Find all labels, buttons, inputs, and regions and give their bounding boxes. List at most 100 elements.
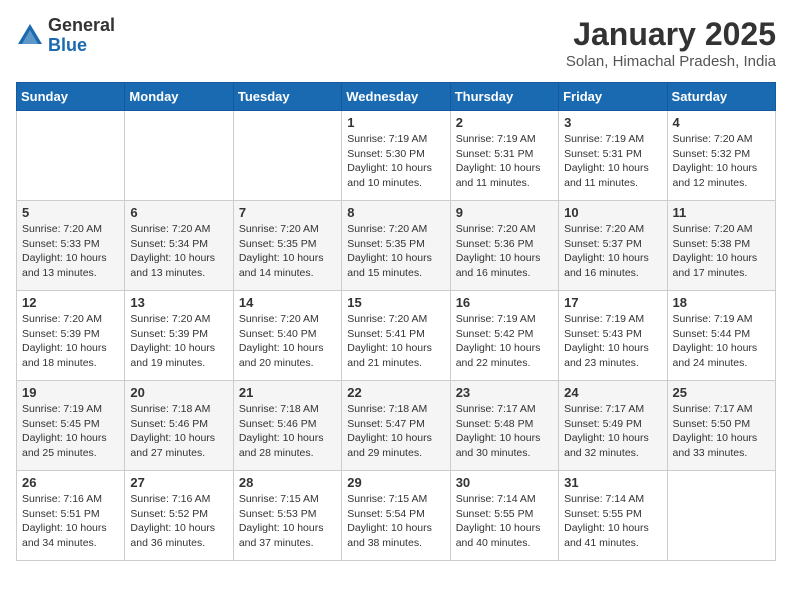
day-info-18: Sunrise: 7:19 AM Sunset: 5:44 PM Dayligh… [673,312,770,371]
day-info-1: Sunrise: 7:19 AM Sunset: 5:30 PM Dayligh… [347,132,444,191]
cell-w4-d4: 30 Sunrise: 7:14 AM Sunset: 5:55 PM Dayli… [450,471,558,561]
day-info-28: Sunrise: 7:15 AM Sunset: 5:53 PM Dayligh… [239,492,336,551]
day-number-1: 1 [347,115,444,130]
page: General Blue January 2025 Solan, Himacha… [0,0,792,577]
day-info-12: Sunrise: 7:20 AM Sunset: 5:39 PM Dayligh… [22,312,119,371]
day-number-31: 31 [564,475,661,490]
day-info-17: Sunrise: 7:19 AM Sunset: 5:43 PM Dayligh… [564,312,661,371]
day-number-16: 16 [456,295,553,310]
day-number-10: 10 [564,205,661,220]
day-number-9: 9 [456,205,553,220]
week-row-3: 19Sunrise: 7:19 AM Sunset: 5:45 PM Dayli… [17,381,776,471]
cell-w1-d4: 9 Sunrise: 7:20 AM Sunset: 5:36 PM Daylig… [450,201,558,291]
day-info-7: Sunrise: 7:20 AM Sunset: 5:35 PM Dayligh… [239,222,336,281]
day-info-6: Sunrise: 7:20 AM Sunset: 5:34 PM Dayligh… [130,222,227,281]
day-number-20: 20 [130,385,227,400]
day-number-19: 19 [22,385,119,400]
cell-w3-d3: 22 Sunrise: 7:18 AM Sunset: 5:47 PM Dayli… [342,381,450,471]
day-number-11: 11 [673,205,770,220]
cell-w0-d0 [17,111,125,201]
cell-w2-d4: 16 Sunrise: 7:19 AM Sunset: 5:42 PM Dayli… [450,291,558,381]
header-tuesday: Tuesday [233,83,341,111]
cell-w2-d5: 17Sunrise: 7:19 AM Sunset: 5:43 PM Dayli… [559,291,667,381]
day-info-16: Sunrise: 7:19 AM Sunset: 5:42 PM Dayligh… [456,312,553,371]
cell-w3-d1: 20 Sunrise: 7:18 AM Sunset: 5:46 PM Dayli… [125,381,233,471]
cell-w2-d6: 18 Sunrise: 7:19 AM Sunset: 5:44 PM Dayli… [667,291,775,381]
day-number-3: 3 [564,115,661,130]
calendar-header-row: Sunday Monday Tuesday Wednesday Thursday… [17,83,776,111]
logo: General Blue [16,16,115,56]
day-info-27: Sunrise: 7:16 AM Sunset: 5:52 PM Dayligh… [130,492,227,551]
day-info-5: Sunrise: 7:20 AM Sunset: 5:33 PM Dayligh… [22,222,119,281]
cell-w4-d0: 26Sunrise: 7:16 AM Sunset: 5:51 PM Dayli… [17,471,125,561]
day-number-7: 7 [239,205,336,220]
day-info-3: Sunrise: 7:19 AM Sunset: 5:31 PM Dayligh… [564,132,661,191]
cell-w1-d1: 6Sunrise: 7:20 AM Sunset: 5:34 PM Daylig… [125,201,233,291]
logo-general-text: General [48,16,115,36]
day-info-11: Sunrise: 7:20 AM Sunset: 5:38 PM Dayligh… [673,222,770,281]
calendar-subtitle: Solan, Himachal Pradesh, India [566,53,776,70]
day-number-8: 8 [347,205,444,220]
cell-w4-d3: 29 Sunrise: 7:15 AM Sunset: 5:54 PM Dayli… [342,471,450,561]
day-info-2: Sunrise: 7:19 AM Sunset: 5:31 PM Dayligh… [456,132,553,191]
cell-w0-d4: 2Sunrise: 7:19 AM Sunset: 5:31 PM Daylig… [450,111,558,201]
cell-w4-d6 [667,471,775,561]
day-number-15: 15 [347,295,444,310]
header-sunday: Sunday [17,83,125,111]
day-number-28: 28 [239,475,336,490]
day-info-20: Sunrise: 7:18 AM Sunset: 5:46 PM Dayligh… [130,402,227,461]
day-info-8: Sunrise: 7:20 AM Sunset: 5:35 PM Dayligh… [347,222,444,281]
day-number-22: 22 [347,385,444,400]
cell-w3-d4: 23Sunrise: 7:17 AM Sunset: 5:48 PM Dayli… [450,381,558,471]
cell-w1-d0: 5 Sunrise: 7:20 AM Sunset: 5:33 PM Daylig… [17,201,125,291]
day-number-29: 29 [347,475,444,490]
cell-w3-d6: 25Sunrise: 7:17 AM Sunset: 5:50 PM Dayli… [667,381,775,471]
cell-w1-d5: 10 Sunrise: 7:20 AM Sunset: 5:37 PM Dayli… [559,201,667,291]
cell-w0-d2 [233,111,341,201]
cell-w4-d5: 31 Sunrise: 7:14 AM Sunset: 5:55 PM Dayli… [559,471,667,561]
logo-blue-text: Blue [48,36,115,56]
day-info-15: Sunrise: 7:20 AM Sunset: 5:41 PM Dayligh… [347,312,444,371]
calendar-table: Sunday Monday Tuesday Wednesday Thursday… [16,82,776,561]
cell-w2-d2: 14 Sunrise: 7:20 AM Sunset: 5:40 PM Dayli… [233,291,341,381]
week-row-1: 5 Sunrise: 7:20 AM Sunset: 5:33 PM Daylig… [17,201,776,291]
cell-w1-d3: 8 Sunrise: 7:20 AM Sunset: 5:35 PM Daylig… [342,201,450,291]
day-number-25: 25 [673,385,770,400]
day-number-30: 30 [456,475,553,490]
day-info-22: Sunrise: 7:18 AM Sunset: 5:47 PM Dayligh… [347,402,444,461]
week-row-4: 26Sunrise: 7:16 AM Sunset: 5:51 PM Dayli… [17,471,776,561]
day-info-26: Sunrise: 7:16 AM Sunset: 5:51 PM Dayligh… [22,492,119,551]
day-number-23: 23 [456,385,553,400]
day-number-24: 24 [564,385,661,400]
day-number-4: 4 [673,115,770,130]
day-info-4: Sunrise: 7:20 AM Sunset: 5:32 PM Dayligh… [673,132,770,191]
day-info-14: Sunrise: 7:20 AM Sunset: 5:40 PM Dayligh… [239,312,336,371]
day-info-30: Sunrise: 7:14 AM Sunset: 5:55 PM Dayligh… [456,492,553,551]
week-row-2: 12 Sunrise: 7:20 AM Sunset: 5:39 PM Dayli… [17,291,776,381]
logo-text: General Blue [48,16,115,56]
header-friday: Friday [559,83,667,111]
cell-w2-d1: 13Sunrise: 7:20 AM Sunset: 5:39 PM Dayli… [125,291,233,381]
day-number-12: 12 [22,295,119,310]
cell-w0-d3: 1 Sunrise: 7:19 AM Sunset: 5:30 PM Daylig… [342,111,450,201]
day-number-27: 27 [130,475,227,490]
cell-w2-d0: 12 Sunrise: 7:20 AM Sunset: 5:39 PM Dayli… [17,291,125,381]
week-row-0: 1 Sunrise: 7:19 AM Sunset: 5:30 PM Daylig… [17,111,776,201]
cell-w4-d1: 27 Sunrise: 7:16 AM Sunset: 5:52 PM Dayli… [125,471,233,561]
cell-w1-d2: 7 Sunrise: 7:20 AM Sunset: 5:35 PM Daylig… [233,201,341,291]
cell-w3-d5: 24Sunrise: 7:17 AM Sunset: 5:49 PM Dayli… [559,381,667,471]
day-number-21: 21 [239,385,336,400]
day-number-14: 14 [239,295,336,310]
day-info-9: Sunrise: 7:20 AM Sunset: 5:36 PM Dayligh… [456,222,553,281]
cell-w3-d2: 21Sunrise: 7:18 AM Sunset: 5:46 PM Dayli… [233,381,341,471]
header-wednesday: Wednesday [342,83,450,111]
day-info-29: Sunrise: 7:15 AM Sunset: 5:54 PM Dayligh… [347,492,444,551]
day-info-31: Sunrise: 7:14 AM Sunset: 5:55 PM Dayligh… [564,492,661,551]
header: General Blue January 2025 Solan, Himacha… [16,16,776,70]
cell-w4-d2: 28 Sunrise: 7:15 AM Sunset: 5:53 PM Dayli… [233,471,341,561]
title-block: January 2025 Solan, Himachal Pradesh, In… [566,16,776,70]
day-info-10: Sunrise: 7:20 AM Sunset: 5:37 PM Dayligh… [564,222,661,281]
day-number-5: 5 [22,205,119,220]
day-number-18: 18 [673,295,770,310]
cell-w0-d1 [125,111,233,201]
